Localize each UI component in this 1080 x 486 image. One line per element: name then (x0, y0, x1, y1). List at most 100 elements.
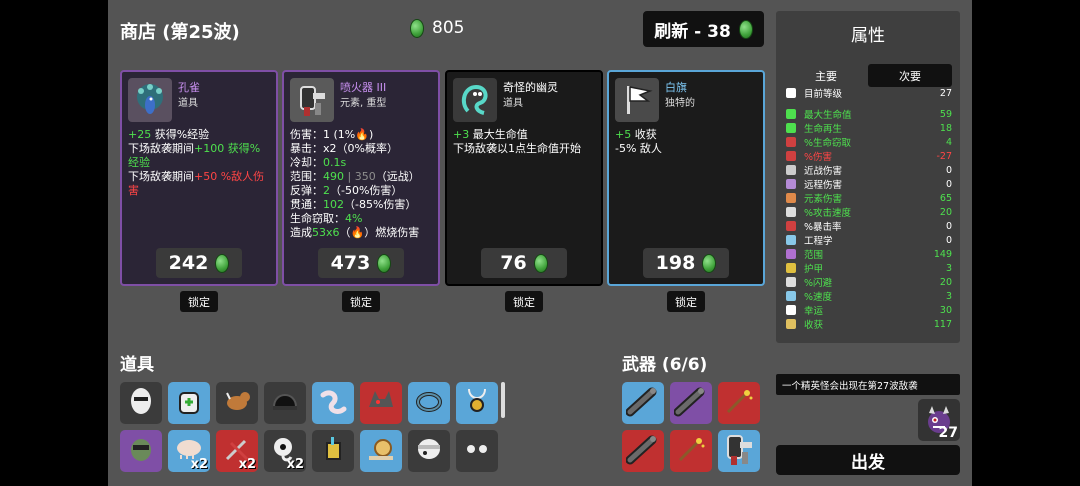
lock-button[interactable]: 锁定 (342, 291, 380, 312)
description-text: 下场敌袭期间 (128, 142, 194, 155)
weapon-slot[interactable] (718, 430, 760, 472)
stat-row[interactable]: 目前等级 27 (786, 86, 952, 100)
go-button[interactable]: 出发 (776, 445, 960, 475)
item-slot[interactable]: x2 (264, 430, 306, 472)
item-slot[interactable] (360, 430, 402, 472)
stat-row[interactable]: %生命窃取 4 (786, 135, 952, 149)
shop-card[interactable]: 孔雀 道具 +25 获得%经验 下场敌袭期间+100 获得%经验 下场敌袭期间+50 %… (120, 70, 278, 286)
item-slot[interactable] (168, 382, 210, 424)
stat-row[interactable]: 元素伤害 65 (786, 191, 952, 205)
stat-label: 近战伤害 (804, 166, 843, 177)
item-slot[interactable] (408, 430, 450, 472)
lock-button[interactable]: 锁定 (505, 291, 543, 312)
description-text: 收获 (631, 128, 657, 141)
stat-row[interactable]: 幸运 30 (786, 303, 952, 317)
item-slot[interactable] (456, 430, 498, 472)
item-slot[interactable] (408, 382, 450, 424)
stat-label: 工程学 (804, 236, 833, 247)
stat-row[interactable]: 护甲 3 (786, 261, 952, 275)
buy-button[interactable]: 242 (156, 248, 242, 278)
lock-button[interactable]: 锁定 (667, 291, 705, 312)
item-slot[interactable] (120, 430, 162, 472)
stat-row[interactable]: 工程学 0 (786, 233, 952, 247)
damage-icon (786, 151, 796, 161)
stat-row[interactable]: 远程伤害 0 (786, 177, 952, 191)
stat-row[interactable]: %闪避 20 (786, 275, 952, 289)
description-text: 伤害：1 (1% (290, 128, 356, 141)
item-slot[interactable] (456, 382, 498, 424)
bandage-icon (413, 433, 445, 469)
description-line: +3 最大生命值 (453, 128, 595, 142)
dodge-icon (786, 277, 796, 287)
description-text: 下场敌袭以1点生命值开始 (453, 142, 581, 155)
stat-value: 0 (945, 164, 952, 176)
wolf-icon (365, 385, 397, 421)
stat-row[interactable]: %暴击率 0 (786, 219, 952, 233)
description-text: （-85%伤害） (344, 198, 417, 211)
lifesteal-icon (786, 137, 796, 147)
snail-icon (365, 433, 397, 469)
wand-icon (674, 432, 708, 470)
stat-value: 18 (939, 122, 952, 134)
card-name: 奇怪的幽灵 (503, 81, 558, 94)
item-slot[interactable] (264, 382, 306, 424)
stat-row[interactable]: 生命再生 18 (786, 121, 952, 135)
description-text: 53x6 (312, 226, 340, 239)
stat-row[interactable]: 范围 149 (786, 247, 952, 261)
white-flag-icon (615, 78, 659, 122)
stat-value: 0 (945, 220, 952, 232)
range-icon (786, 249, 796, 259)
stat-row[interactable]: %伤害 -27 (786, 149, 952, 163)
reroll-button[interactable]: 刷新 - 38 (643, 11, 764, 47)
attributes-title: 属性 (851, 26, 885, 46)
amulet-icon (461, 385, 493, 421)
wrench-icon (786, 235, 796, 245)
weapon-slot[interactable] (718, 382, 760, 424)
item-slot[interactable]: x2 (216, 430, 258, 472)
shop-card[interactable]: 白旗 独特的 +5 收获 -5% 敌人 198 (607, 70, 765, 286)
luck-icon (786, 305, 796, 315)
item-slot[interactable] (312, 382, 354, 424)
material-icon (738, 19, 753, 39)
stat-row[interactable]: 最大生命值 59 (786, 107, 952, 121)
tab-primary[interactable]: 主要 (784, 64, 868, 87)
weapon-slot[interactable] (622, 430, 664, 472)
item-slot[interactable] (312, 430, 354, 472)
description-text: | 350 (344, 170, 376, 183)
weapon-slot[interactable] (670, 382, 712, 424)
weapon-slot[interactable] (622, 382, 664, 424)
backpack-icon (173, 385, 205, 421)
item-count: x2 (238, 457, 256, 472)
stat-label: %速度 (804, 292, 833, 303)
item-slot[interactable] (216, 382, 258, 424)
items-scrollbar[interactable] (501, 382, 505, 418)
description-text: 🔥 (355, 128, 369, 141)
weapon-slot[interactable] (670, 430, 712, 472)
card-name: 白旗 (665, 81, 687, 94)
buy-button[interactable]: 473 (318, 248, 404, 278)
shop-title: 商店 (第25波) (120, 22, 240, 43)
buy-button[interactable]: 76 (481, 248, 567, 278)
item-count: x2 (286, 457, 304, 472)
minigun-icon (625, 432, 660, 470)
description-text: （🔥）燃烧伤害 (339, 226, 420, 239)
gold-amount: 805 (432, 18, 465, 38)
stat-row[interactable]: %攻击速度 20 (786, 205, 952, 219)
stat-row[interactable]: 收获 117 (786, 317, 952, 331)
elite-enemy-slot[interactable]: 27 (918, 399, 960, 441)
item-slot[interactable] (360, 382, 402, 424)
tab-secondary[interactable]: 次要 (868, 64, 952, 87)
item-slot[interactable] (120, 382, 162, 424)
shop-card[interactable]: 喷火器 III 元素, 重型 伤害：1 (1%🔥) 暴击：x2（0%概率） 冷却：0.1… (282, 70, 440, 286)
peacock-icon (128, 78, 172, 122)
shop-card[interactable]: 奇怪的幽灵 道具 +3 最大生命值 下场敌袭以1点生命值开始 76 (445, 70, 603, 286)
card-description: +3 最大生命值 下场敌袭以1点生命值开始 (453, 128, 595, 156)
buy-button[interactable]: 198 (643, 248, 729, 278)
stat-row[interactable]: %速度 3 (786, 289, 952, 303)
stat-row[interactable]: 近战伤害 0 (786, 163, 952, 177)
stat-value: 0 (945, 234, 952, 246)
item-slot[interactable]: x2 (168, 430, 210, 472)
reroll-label: 刷新 - 38 (654, 21, 731, 42)
stat-value: 30 (939, 304, 952, 316)
lock-button[interactable]: 锁定 (180, 291, 218, 312)
